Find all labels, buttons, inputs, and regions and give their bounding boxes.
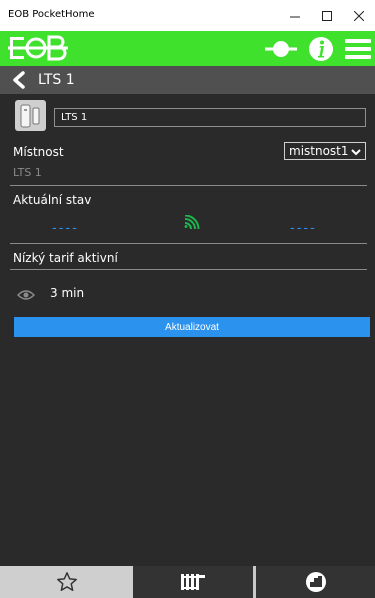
divider [10, 269, 367, 270]
nav-heating[interactable] [133, 566, 253, 598]
page-title: LTS 1 [38, 72, 75, 88]
window-titlebar: EOB PocketHome [0, 0, 375, 31]
info-icon [309, 37, 333, 61]
minimize-icon [290, 16, 300, 18]
connect-button[interactable] [264, 35, 298, 63]
room-select[interactable]: mistnost1 [284, 142, 366, 160]
app-header [0, 31, 375, 66]
maximize-button[interactable] [313, 6, 341, 26]
status-label: Aktuální stav [13, 193, 92, 207]
minimize-button[interactable] [281, 6, 309, 26]
statistics-icon [305, 572, 326, 592]
device-name-input[interactable]: LTS 1 [54, 108, 366, 127]
window-sensor-icon [20, 104, 40, 128]
refresh-interval: 3 min [50, 286, 85, 300]
signal-icon [184, 215, 200, 229]
room-label: Místnost [13, 145, 64, 159]
bottom-nav [0, 566, 375, 598]
device-subtitle: LTS 1 [13, 166, 42, 179]
room-select-value: mistnost1 [289, 144, 349, 158]
divider [10, 185, 367, 186]
chevron-down-icon [351, 149, 361, 156]
nav-favorites[interactable] [0, 566, 133, 598]
info-button[interactable] [306, 35, 336, 63]
menu-icon [345, 39, 371, 59]
update-button[interactable]: Aktualizovat [14, 317, 370, 337]
divider [10, 243, 367, 244]
status-right-value: ---- [290, 221, 317, 236]
maximize-icon [322, 11, 332, 21]
tariff-label: Nízký tarif aktivní [13, 251, 118, 265]
close-icon [354, 11, 364, 21]
status-left-value: ---- [52, 221, 79, 236]
page-title-bar: LTS 1 [0, 66, 375, 94]
favorites-icon [56, 572, 77, 591]
radiator-icon [181, 574, 205, 590]
close-button[interactable] [345, 6, 373, 26]
device-icon[interactable] [15, 100, 46, 131]
nav-statistics[interactable] [256, 566, 375, 598]
menu-button[interactable] [344, 35, 372, 63]
back-icon[interactable] [10, 71, 28, 89]
eye-icon [17, 290, 35, 300]
window-title: EOB PocketHome [8, 9, 95, 20]
connect-icon [265, 41, 297, 57]
eob-logo [8, 35, 68, 61]
